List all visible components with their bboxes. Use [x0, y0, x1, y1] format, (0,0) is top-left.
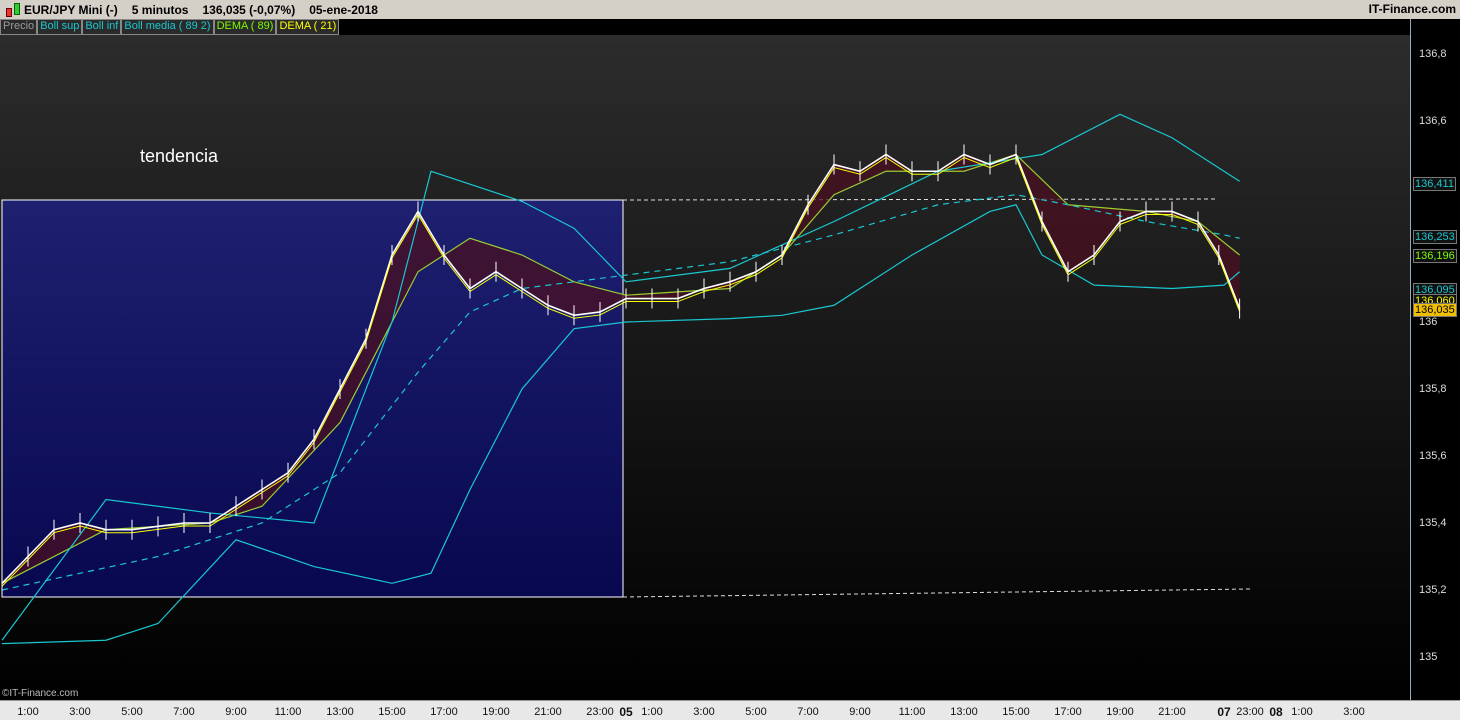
x-tick-label: 15:00 [1002, 706, 1030, 718]
x-tick-label: 19:00 [1106, 706, 1134, 718]
x-tick-label: 1:00 [17, 706, 39, 718]
resistance-line [622, 198, 1216, 201]
price-tag: 136,253 [1413, 230, 1457, 245]
y-tick-label: 135,2 [1419, 584, 1447, 596]
x-tick-label: 5:00 [745, 706, 767, 718]
x-tick-label: 9:00 [225, 706, 247, 718]
x-tick-label: 5:00 [121, 706, 143, 718]
x-tick-label: 3:00 [69, 706, 91, 718]
price-tag: 136,196 [1413, 249, 1457, 264]
x-tick-label: 11:00 [274, 706, 302, 718]
price-tag: 136,035 [1413, 303, 1457, 318]
x-tick-label: 13:00 [326, 706, 354, 718]
x-tick-label: 21:00 [1158, 706, 1186, 718]
x-tick-label: 3:00 [693, 706, 715, 718]
price-axis[interactable]: 135 135,2 135,4 135,6 135,8 136 136,6 136,8 [1410, 19, 1460, 700]
x-tick-label: 17:00 [430, 706, 458, 718]
y-tick-label: 135 [1419, 651, 1438, 663]
x-tick-label: 08 [1269, 705, 1283, 719]
y-tick-label: 135,8 [1419, 383, 1447, 395]
x-tick-label: 1:00 [1291, 706, 1313, 718]
chart-svg [1, 113, 1251, 645]
x-tick-label: 9:00 [849, 706, 871, 718]
y-tick-label: 136 [1419, 316, 1438, 328]
x-tick-label: 13:00 [950, 706, 978, 718]
x-tick-label: 11:00 [898, 706, 926, 718]
y-tick-label: 136,8 [1419, 48, 1447, 60]
x-tick-label: 7:00 [797, 706, 819, 718]
support-line [622, 588, 1251, 598]
time-axis[interactable]: 1:00 3:00 5:00 7:00 9:00 11:00 13:00 15:00 17:00… [0, 700, 1460, 720]
y-tick-label: 135,6 [1419, 450, 1447, 462]
x-tick-label: 19:00 [482, 706, 510, 718]
x-tick-label: 17:00 [1054, 706, 1082, 718]
price-tag: 136,411 [1413, 177, 1456, 192]
x-tick-label: 07 [1217, 705, 1231, 719]
x-tick-label: 23:00 [586, 706, 614, 718]
x-tick-label: 05 [619, 705, 633, 719]
x-tick-label: 1:00 [641, 706, 663, 718]
x-tick-label: 3:00 [1343, 706, 1365, 718]
y-tick-label: 136,6 [1419, 115, 1447, 127]
x-tick-label: 15:00 [378, 706, 406, 718]
x-tick-label: 23:00 [1236, 706, 1264, 718]
x-tick-label: 21:00 [534, 706, 562, 718]
y-tick-label: 135,4 [1419, 517, 1447, 529]
x-tick-label: 7:00 [173, 706, 195, 718]
